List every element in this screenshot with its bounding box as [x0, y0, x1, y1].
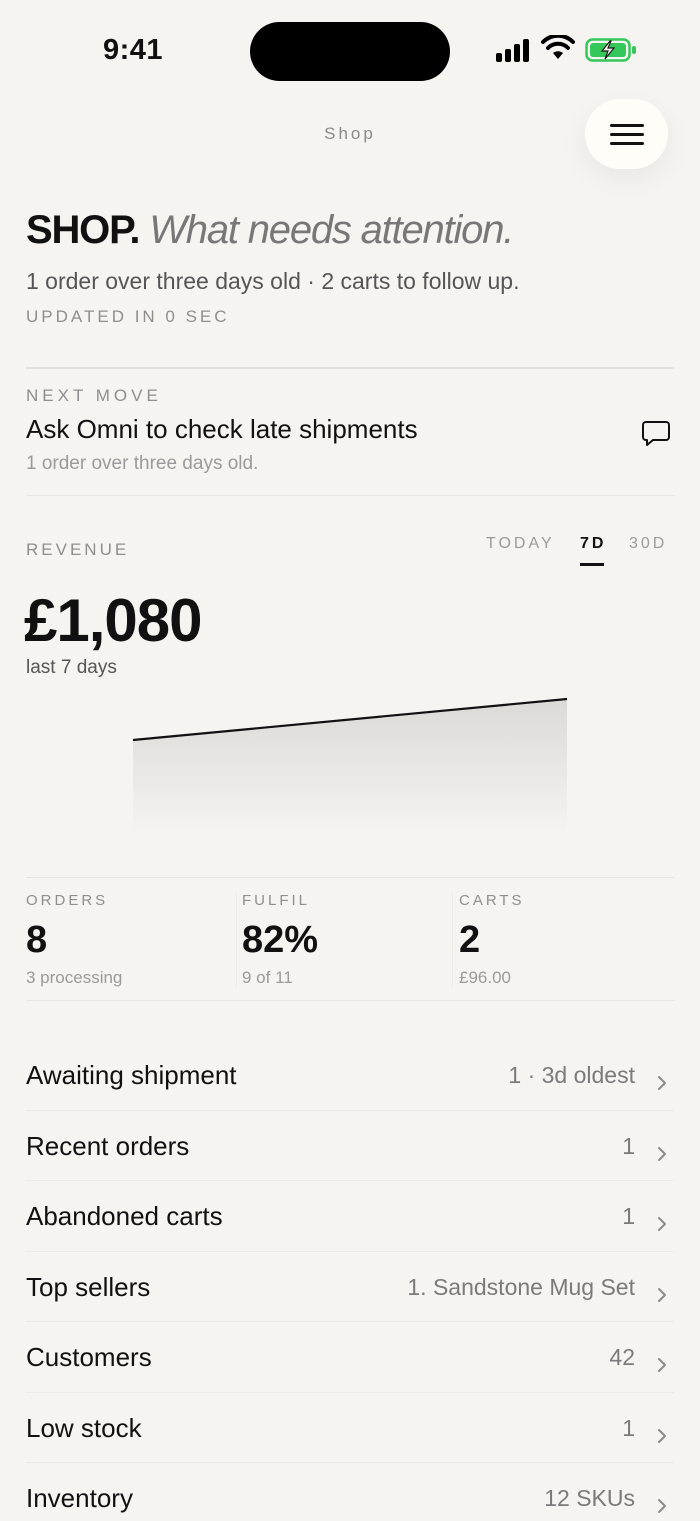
list-row-value: 1 [622, 1414, 635, 1441]
list-row-recent-orders[interactable]: Recent orders 1 [26, 1111, 674, 1181]
list-row-customers[interactable]: Customers 42 [26, 1322, 674, 1393]
tab-today[interactable]: TODAY [486, 535, 555, 553]
list-row-label: Abandoned carts [26, 1201, 223, 1231]
list-row-inventory[interactable]: Inventory 12 SKUs [26, 1463, 674, 1521]
status-time: 9:41 [103, 34, 164, 66]
divider [452, 892, 453, 988]
revenue-value: £1,080 [24, 587, 203, 654]
sparkline-area [133, 699, 567, 836]
list-row-value: 1 · 3d oldest [508, 1062, 635, 1088]
page-title-italic: What needs attention. [149, 208, 514, 252]
revenue-label: REVENUE [26, 540, 130, 559]
chevron-right-icon [658, 1499, 666, 1513]
battery-charging-icon [585, 38, 636, 62]
updated-label: UPDATED IN 0 SEC [26, 307, 230, 326]
stat-value: 82% [242, 919, 319, 961]
list-row-awaiting-shipment[interactable]: Awaiting shipment 1 · 3d oldest [26, 1040, 674, 1111]
list-row-top-sellers[interactable]: Top sellers 1. Sandstone Mug Set [26, 1252, 674, 1322]
stat-value: 8 [26, 919, 48, 961]
next-move-card[interactable]: NEXT MOVE Ask Omni to check late shipmen… [26, 386, 674, 496]
page-title: SHOP. What needs attention. [26, 206, 686, 254]
list-row-label: Top sellers [26, 1271, 151, 1302]
chevron-right-icon [658, 1076, 666, 1090]
list-row-value: 1 [622, 1132, 635, 1159]
chevron-right-icon [658, 1358, 666, 1372]
stat-orders[interactable]: ORDERS 8 3 processing [26, 892, 236, 988]
list-row-abandoned-carts[interactable]: Abandoned carts 1 [26, 1181, 674, 1252]
divider [26, 367, 674, 369]
tab-30d[interactable]: 30D [629, 535, 667, 553]
sparkline-line [132, 697, 568, 742]
divider [26, 877, 674, 878]
chevron-right-icon [658, 1217, 666, 1231]
list-row-low-stock[interactable]: Low stock 1 [26, 1393, 674, 1463]
stat-label: ORDERS [26, 892, 109, 909]
chevron-right-icon [658, 1287, 666, 1302]
tab-7d[interactable]: 7D [580, 535, 606, 566]
stat-fulfil[interactable]: FULFIL 82% 9 of 11 [242, 892, 452, 988]
list-row-label: Customers [26, 1342, 152, 1372]
stat-label: FULFIL [242, 892, 311, 909]
list-row-value: 1 [622, 1203, 635, 1229]
list-row-value: 1. Sandstone Mug Set [407, 1273, 635, 1300]
list-row-value: 12 SKUs [544, 1485, 635, 1511]
chevron-right-icon [658, 1428, 666, 1443]
stat-sub: 3 processing [26, 968, 123, 987]
list-row-value: 42 [609, 1344, 635, 1370]
list-row-label: Awaiting shipment [26, 1060, 237, 1090]
stat-label: CARTS [459, 892, 525, 909]
stat-sub: £96.00 [459, 968, 511, 987]
list-row-label: Inventory [26, 1483, 133, 1513]
hero-section: SHOP. What needs attention. 1 order over… [26, 206, 686, 327]
signal-icon [496, 38, 532, 62]
next-move-title: Ask Omni to check late shipments [26, 414, 418, 444]
status-bar: 9:41 [0, 0, 700, 100]
dynamic-island [250, 22, 450, 81]
menu-button[interactable] [585, 99, 668, 169]
section-list: Awaiting shipment 1 · 3d oldest Recent o… [26, 1040, 674, 1521]
next-move-subtitle: 1 order over three days old. [26, 453, 259, 474]
next-move-eyebrow: NEXT MOVE [26, 386, 162, 405]
list-row-label: Low stock [26, 1412, 142, 1443]
stat-sub: 9 of 11 [242, 968, 293, 987]
chat-bubble-icon[interactable] [641, 418, 671, 448]
stat-value: 2 [459, 919, 481, 961]
hero-subtitle: 1 order over three days old · 2 carts to… [26, 268, 520, 294]
page-title-bold: SHOP. [26, 208, 141, 252]
chevron-right-icon [658, 1146, 666, 1161]
divider [236, 892, 237, 988]
list-row-label: Recent orders [26, 1130, 190, 1161]
revenue-period: last 7 days [26, 657, 117, 678]
stat-carts[interactable]: CARTS 2 £96.00 [459, 892, 669, 988]
wifi-icon [541, 35, 575, 59]
divider [26, 1000, 674, 1001]
menu-icon [609, 123, 644, 127]
range-tabs: TODAY 7D 30D [486, 535, 676, 569]
